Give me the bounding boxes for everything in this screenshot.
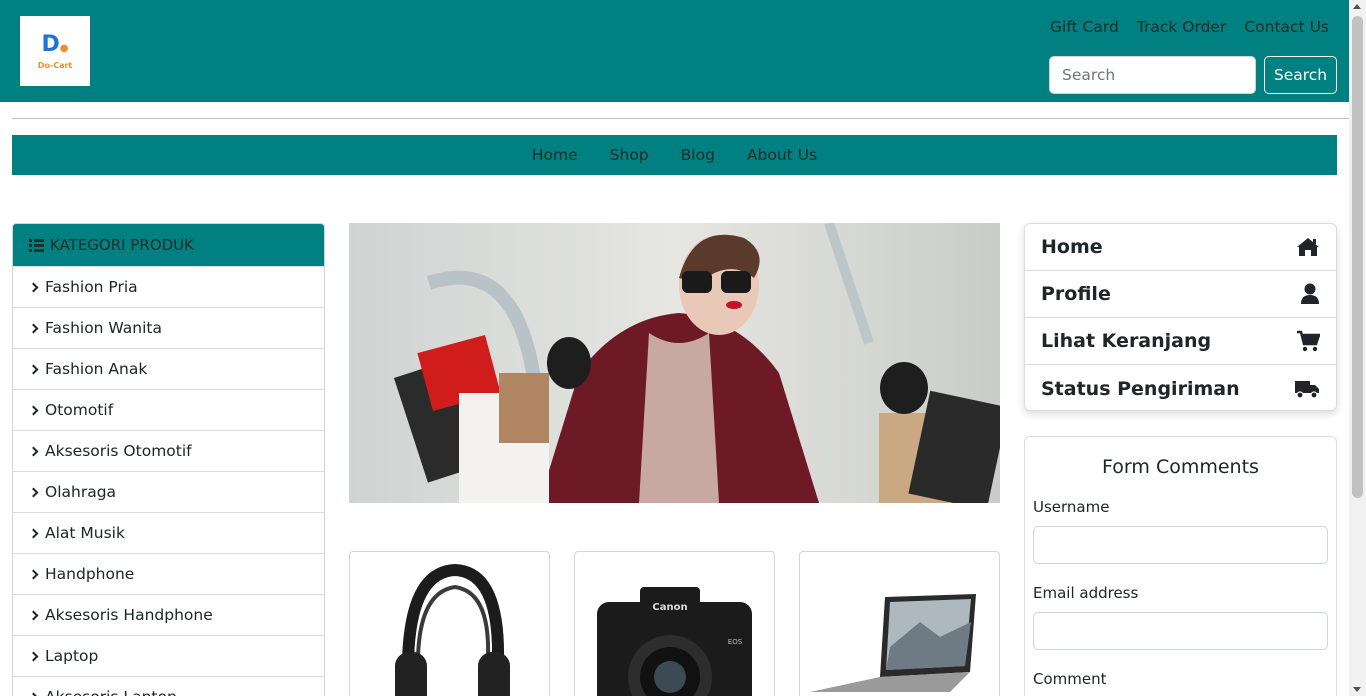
- category-label: Otomotif: [45, 401, 114, 419]
- contact-us-link[interactable]: Contact Us: [1244, 18, 1329, 36]
- category-label: Fashion Wanita: [45, 319, 162, 337]
- chevron-right-icon: [28, 364, 39, 374]
- category-label: Aksesoris Handphone: [45, 606, 213, 624]
- chevron-right-icon: [28, 528, 39, 538]
- nav-blog[interactable]: Blog: [665, 146, 731, 164]
- scroll-up-icon[interactable]: [1353, 4, 1361, 9]
- category-item[interactable]: Aksesoris Handphone: [13, 594, 324, 635]
- chevron-right-icon: [28, 405, 39, 415]
- gift-card-link[interactable]: Gift Card: [1050, 18, 1119, 36]
- comment-form: Form Comments Username Email address Com…: [1024, 436, 1337, 696]
- home-icon: [1297, 238, 1319, 256]
- scroll-thumb[interactable]: [1352, 16, 1363, 498]
- cart-icon: [1297, 330, 1320, 352]
- chevron-right-icon: [28, 487, 39, 497]
- nav-home[interactable]: Home: [516, 146, 594, 164]
- svg-text:EOS: EOS: [728, 638, 743, 646]
- category-item[interactable]: Alat Musik: [13, 512, 324, 553]
- brand-logo[interactable]: D● Do-Cart: [20, 16, 90, 86]
- search-button[interactable]: Search: [1264, 56, 1337, 94]
- menu-label: Profile: [1041, 283, 1111, 305]
- scroll-down-icon[interactable]: [1353, 687, 1361, 692]
- category-item[interactable]: Laptop: [13, 635, 324, 676]
- category-label: Alat Musik: [45, 524, 125, 542]
- category-item[interactable]: Fashion Wanita: [13, 307, 324, 348]
- chevron-right-icon: [28, 610, 39, 620]
- chevron-right-icon: [28, 446, 39, 456]
- page-scrollbar[interactable]: [1349, 0, 1366, 696]
- email-label: Email address: [1033, 584, 1139, 602]
- headphones-photo: [395, 563, 510, 696]
- category-item[interactable]: Handphone: [13, 553, 324, 594]
- divider: [12, 118, 1349, 119]
- category-item[interactable]: Fashion Anak: [13, 348, 324, 389]
- chevron-right-icon: [28, 692, 39, 696]
- category-title: KATEGORI PRODUK: [50, 236, 194, 254]
- hero-banner: [349, 223, 1000, 503]
- svg-text:Canon: Canon: [652, 602, 687, 613]
- category-item[interactable]: Aksesoris Otomotif: [13, 430, 324, 471]
- chevron-right-icon: [28, 282, 39, 292]
- category-label: Aksesoris Laptop: [45, 688, 177, 696]
- nav-shop[interactable]: Shop: [594, 146, 665, 164]
- user-menu: Home Profile Lihat Keranjang Status Peng…: [1024, 223, 1337, 411]
- product-card[interactable]: [349, 551, 550, 696]
- list-icon: [29, 238, 44, 252]
- category-header: KATEGORI PRODUK: [13, 224, 324, 266]
- category-item[interactable]: Fashion Pria: [13, 266, 324, 307]
- menu-label: Home: [1041, 236, 1103, 258]
- truck-icon: [1295, 380, 1319, 399]
- menu-profile[interactable]: Profile: [1025, 271, 1336, 318]
- menu-lihat-keranjang[interactable]: Lihat Keranjang: [1025, 318, 1336, 365]
- search-input[interactable]: [1049, 56, 1256, 94]
- main-nav: Home Shop Blog About Us: [12, 135, 1337, 175]
- category-label: Aksesoris Otomotif: [45, 442, 192, 460]
- menu-label: Status Pengiriman: [1041, 377, 1240, 400]
- user-icon: [1301, 283, 1319, 304]
- camera-photo: Canon EOS: [597, 587, 752, 696]
- comment-label: Comment: [1033, 670, 1107, 688]
- top-links: Gift Card Track Order Contact Us: [1050, 18, 1329, 36]
- product-card[interactable]: [799, 551, 1000, 696]
- logo-text: Do-Cart: [37, 60, 73, 70]
- username-field[interactable]: [1033, 526, 1328, 564]
- menu-label: Lihat Keranjang: [1041, 330, 1212, 352]
- chevron-right-icon: [28, 569, 39, 579]
- category-item[interactable]: Aksesoris Laptop: [13, 676, 324, 696]
- category-label: Laptop: [45, 647, 99, 665]
- chevron-right-icon: [28, 323, 39, 333]
- category-label: Fashion Pria: [45, 278, 138, 296]
- email-field[interactable]: [1033, 612, 1328, 650]
- category-panel: KATEGORI PRODUK Fashion Pria Fashion Wan…: [12, 223, 325, 696]
- category-label: Olahraga: [45, 483, 117, 501]
- form-title: Form Comments: [1102, 456, 1259, 478]
- laptop-photo: [810, 594, 976, 692]
- nav-about-us[interactable]: About Us: [731, 146, 833, 164]
- product-card[interactable]: Canon EOS: [574, 551, 775, 696]
- username-label: Username: [1033, 498, 1110, 516]
- menu-status-pengiriman[interactable]: Status Pengiriman: [1025, 365, 1336, 410]
- category-item[interactable]: Otomotif: [13, 389, 324, 430]
- chevron-right-icon: [28, 651, 39, 661]
- menu-home[interactable]: Home: [1025, 224, 1336, 271]
- category-label: Handphone: [45, 565, 135, 583]
- category-label: Fashion Anak: [45, 360, 148, 378]
- track-order-link[interactable]: Track Order: [1137, 18, 1227, 36]
- category-item[interactable]: Olahraga: [13, 471, 324, 512]
- logo-mark: D●: [41, 31, 69, 57]
- shopping-woman-photo: [349, 223, 1000, 503]
